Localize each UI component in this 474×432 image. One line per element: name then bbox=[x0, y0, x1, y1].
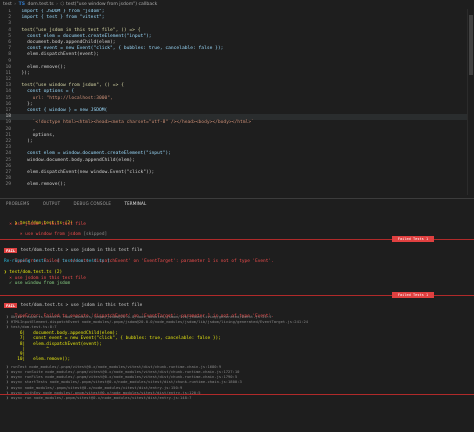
tab-debug-console[interactable]: DEBUG CONSOLE bbox=[68, 199, 118, 208]
code-text: options, bbox=[16, 132, 55, 138]
chevron-right-icon: › bbox=[14, 2, 17, 7]
code-text: test("use window from jsdom", () => { bbox=[16, 83, 124, 89]
code-editor[interactable]: 1 import { JSDOM } from "jsdom"; 2 import… bbox=[0, 9, 474, 195]
code-text: , bbox=[16, 126, 36, 132]
code-text: import { JSDOM } from "jsdom"; bbox=[16, 9, 105, 14]
stack-trace-line: ❯ async run node_modules/.pnpm/vitest@0.… bbox=[4, 395, 192, 400]
breadcrumb-file[interactable]: dom.test.ts bbox=[28, 2, 54, 7]
symbol-method-icon: ⬡ bbox=[60, 2, 65, 7]
breadcrumb-symbol[interactable]: test("use window from jsdom") callback bbox=[66, 2, 157, 7]
fail-badge: FAIL bbox=[4, 248, 18, 253]
code-text: elem.remove(); bbox=[16, 182, 66, 188]
code-text: elem.dispatchEvent(new window.Event("cli… bbox=[16, 169, 155, 175]
fail-title: test/dom.test.ts > use jsdom in this tes… bbox=[18, 247, 143, 253]
code-text: test("use jsdom in this test file", () =… bbox=[16, 27, 141, 33]
failed-tests-banner: Failed Tests 1 bbox=[392, 292, 434, 298]
panel-tabs: PROBLEMS OUTPUT DEBUG CONSOLE TERMINAL bbox=[0, 198, 474, 209]
code-text: elem.dispatchEvent(event); bbox=[16, 52, 99, 58]
stack-trace-line: ❯ test/dom.test.ts:8:7 bbox=[4, 324, 57, 330]
code-text: `<!doctype html><html><head><meta charse… bbox=[16, 120, 254, 126]
code-text: url: "http://localhost:3000", bbox=[16, 95, 113, 101]
code-text: window.document.body.appendChild(elem); bbox=[16, 157, 135, 163]
typescript-file-icon: TS bbox=[18, 2, 26, 7]
code-text: import { test } from "vitest"; bbox=[16, 15, 105, 21]
code-text: const elem = document.createElement("inp… bbox=[16, 33, 152, 39]
line-number: 29 bbox=[5, 182, 11, 188]
failure-divider bbox=[0, 394, 474, 395]
code-text: }); bbox=[16, 70, 30, 76]
fail-title: test/dom.test.ts > use jsdom in this tes… bbox=[18, 302, 143, 308]
code-text: document.body.appendChild(elem); bbox=[16, 39, 116, 45]
code-text: const event = new Event("click", { bubbl… bbox=[16, 46, 224, 52]
code-text: ); bbox=[16, 138, 33, 144]
fail-badge: FAIL bbox=[4, 303, 18, 308]
breadcrumb-folder[interactable]: test bbox=[3, 2, 12, 7]
terminal-panel[interactable]: ❯ test/dom.test.ts (2) × use jsdom in th… bbox=[0, 208, 474, 432]
code-line[interactable]: 29 elem.remove(); bbox=[0, 182, 474, 188]
test-case-line: × use window from jsdom [skipped] bbox=[14, 232, 108, 238]
editor-scrollbar-thumb[interactable] bbox=[469, 15, 473, 75]
tab-problems[interactable]: PROBLEMS bbox=[0, 199, 35, 208]
rerun-status: Re-running tests... [ test/dom.test.ts ] bbox=[4, 259, 110, 264]
editor-scrollbar[interactable] bbox=[467, 9, 474, 195]
code-text: elem.remove(); bbox=[16, 64, 66, 70]
breadcrumb[interactable]: test › TS dom.test.ts › ⬡ test("use wind… bbox=[0, 0, 474, 9]
chevron-right-icon: › bbox=[56, 2, 58, 7]
code-text: const options = { bbox=[16, 89, 75, 95]
code-text: const { window } = new JSDOM( bbox=[16, 108, 108, 113]
failed-tests-banner: Failed Tests 1 bbox=[392, 236, 434, 242]
code-text: }; bbox=[16, 101, 33, 107]
tab-output[interactable]: OUTPUT bbox=[37, 199, 67, 208]
code-text: const elem = window.document.createEleme… bbox=[16, 151, 171, 157]
test-case-line: ✓ use window from jsdom bbox=[4, 281, 71, 286]
stack-trace-line: 10| elem.remove(); bbox=[4, 357, 71, 363]
